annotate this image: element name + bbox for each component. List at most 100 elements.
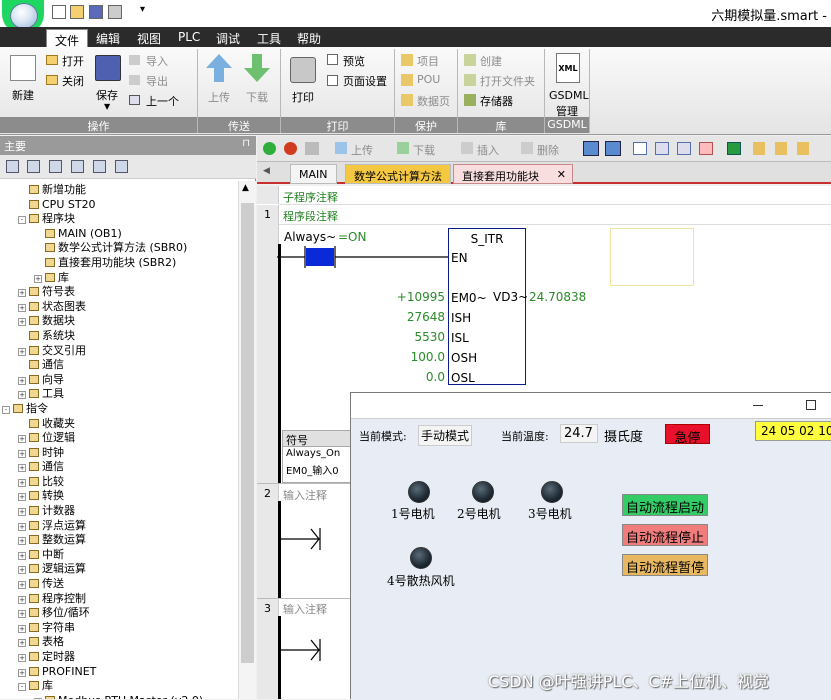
auto-stop-button[interactable]: 自动流程停止 [622, 524, 709, 546]
expand-icon[interactable]: + [18, 478, 26, 487]
tab-math-formula[interactable]: 数学公式计算方法 [345, 164, 451, 184]
expand-icon[interactable]: + [18, 508, 26, 517]
auto-start-button[interactable]: 自动流程启动 [622, 494, 709, 516]
expand-icon[interactable]: + [18, 537, 26, 546]
expand-icon[interactable]: + [18, 566, 26, 575]
tab-main[interactable]: MAIN [290, 164, 337, 184]
tree-item[interactable]: + 传送 [2, 577, 236, 592]
lock-icon[interactable] [753, 142, 765, 155]
goto-icon[interactable] [727, 142, 741, 155]
expand-icon[interactable]: + [34, 274, 42, 283]
window-icon[interactable] [633, 142, 647, 155]
save-dropdown-icon[interactable]: ▼ [104, 102, 110, 111]
tree-item[interactable]: + 工具 [2, 387, 236, 402]
tree-item[interactable]: 通信 [2, 358, 236, 373]
expand-icon[interactable]: + [18, 639, 26, 648]
scroll-thumb[interactable] [241, 203, 254, 663]
download-button[interactable]: 下载 [246, 89, 268, 105]
create-library-button[interactable]: 创建 [480, 53, 502, 69]
expand-icon[interactable]: + [18, 624, 26, 633]
gsdml-button[interactable]: GSDML [549, 89, 589, 102]
monitor-icon[interactable] [583, 141, 599, 156]
bookmark-icon[interactable] [797, 142, 809, 155]
subroutine-comment[interactable]: 子程序注释 [283, 189, 338, 205]
expand-icon[interactable]: + [18, 551, 26, 560]
clear-icon[interactable] [699, 142, 713, 155]
tree-item[interactable]: +Modbus RTU Master (v2.0) [2, 694, 236, 699]
tree-item[interactable]: + PROFINET [2, 665, 236, 680]
toolbar-insert-button[interactable]: 插入 [477, 142, 499, 158]
tree-item[interactable]: + 交叉引用 [2, 344, 236, 359]
expand-icon[interactable]: + [18, 581, 26, 590]
tree-item[interactable]: + 数据块 [2, 314, 236, 329]
tree-item[interactable]: 系统块 [2, 329, 236, 344]
expand-icon[interactable]: + [18, 668, 26, 677]
expand-icon[interactable]: + [18, 347, 26, 356]
menu-plc[interactable]: PLC [178, 30, 200, 44]
tab-close-icon[interactable]: ✕ [557, 168, 566, 181]
scroll-up-icon[interactable]: ▲ [242, 183, 249, 193]
open-button[interactable]: 打开 [62, 53, 84, 69]
compile-icon[interactable] [305, 142, 319, 155]
stop-icon[interactable] [284, 142, 297, 155]
export-button[interactable]: 导出 [146, 73, 168, 89]
upload-button[interactable]: 上传 [208, 89, 230, 105]
tree-item[interactable]: + 转换 [2, 489, 236, 504]
maximize-icon[interactable] [806, 400, 816, 410]
expand-icon[interactable]: + [18, 654, 26, 662]
run-icon[interactable] [263, 142, 276, 155]
close-button[interactable]: 关闭 [62, 73, 84, 89]
tree-item[interactable]: + 逻辑运算 [2, 562, 236, 577]
tree-item[interactable]: -库 [2, 679, 236, 694]
collapse-icon[interactable]: - [18, 216, 26, 225]
document-icon[interactable] [49, 160, 62, 173]
chart-icon[interactable] [93, 160, 106, 173]
open-folder-icon[interactable] [70, 5, 84, 19]
network-comment[interactable]: 输入注释 [283, 601, 327, 617]
expand-icon[interactable]: + [18, 318, 26, 327]
tree-item[interactable]: + 位逻辑 [2, 431, 236, 446]
tree-item[interactable]: CPU ST20 [2, 198, 236, 213]
save-button[interactable]: 保存 [96, 87, 118, 103]
tree-item[interactable]: + 符号表 [2, 285, 236, 300]
tree-item[interactable]: 数学公式计算方法 (SBR0) [2, 241, 236, 256]
tree-item[interactable]: + 字符串 [2, 621, 236, 636]
view-icon[interactable] [6, 160, 19, 173]
tree-item[interactable]: + 状态图表 [2, 300, 236, 315]
tree-item[interactable]: 收藏夹 [2, 417, 236, 432]
tree-item[interactable]: + 库 [2, 271, 236, 286]
menu-file[interactable]: 文件 [46, 29, 88, 48]
protect-datapage-button[interactable]: 数据页 [417, 93, 450, 109]
expand-icon[interactable]: + [18, 303, 26, 312]
open-library-folder-button[interactable]: 打开文件夹 [480, 73, 535, 89]
import-button[interactable]: 导入 [146, 53, 168, 69]
protect-project-button[interactable]: 项目 [417, 53, 439, 69]
protect-pou-button[interactable]: POU [417, 73, 440, 86]
tree-item[interactable]: + 比较 [2, 475, 236, 490]
toolbar-download-button[interactable]: 下载 [413, 142, 435, 158]
expand-icon[interactable]: + [18, 522, 26, 531]
tree-item[interactable]: + 中断 [2, 548, 236, 563]
table-icon[interactable] [71, 160, 84, 173]
expand-icon[interactable]: + [18, 610, 26, 619]
tab-direct-function-block[interactable]: 直接套用功能块 ✕ [453, 164, 573, 184]
menu-edit[interactable]: 编辑 [96, 30, 120, 47]
nav-back-icon[interactable] [655, 142, 669, 155]
toolbar-upload-button[interactable]: 上传 [351, 142, 373, 158]
unlock-icon[interactable] [775, 142, 787, 155]
toolbar-delete-button[interactable]: 删除 [537, 142, 559, 158]
tree-item[interactable]: + 计数器 [2, 504, 236, 519]
network-comment[interactable]: 程序段注释 [283, 208, 338, 224]
pin-icon[interactable]: ⊓ [242, 138, 250, 149]
tree-item[interactable]: + 整数运算 [2, 533, 236, 548]
previous-button[interactable]: 上一个 [146, 93, 179, 109]
tree-item[interactable]: + 浮点运算 [2, 519, 236, 534]
expand-icon[interactable]: + [18, 391, 26, 400]
menu-tools[interactable]: 工具 [257, 30, 281, 47]
network-icon[interactable] [115, 160, 128, 173]
s-itr-block[interactable]: S_ITR EN EM0~ ISH ISL OSH OSL [448, 228, 526, 385]
save-icon[interactable] [89, 5, 103, 19]
expand-icon[interactable]: + [18, 493, 26, 502]
tree-item[interactable]: + 程序控制 [2, 592, 236, 607]
tree-scrollbar[interactable]: ▲ [238, 181, 256, 699]
